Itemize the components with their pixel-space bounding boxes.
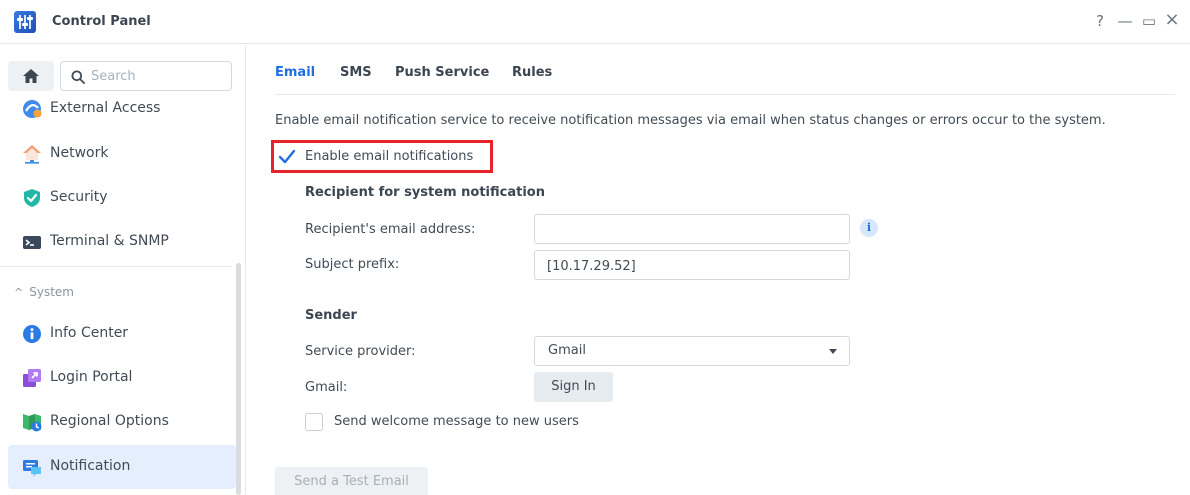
service-provider-label: Service provider: <box>305 344 416 359</box>
tab-sms[interactable]: SMS <box>340 65 372 80</box>
network-icon <box>23 145 41 164</box>
recipient-email-label: Recipient's email address: <box>305 222 476 237</box>
sidebar-item-terminal-snmp[interactable]: Terminal & SNMP <box>8 220 236 264</box>
enable-email-notifications-row[interactable]: Enable email notifications <box>271 140 493 173</box>
sidebar-item-label: Network <box>50 145 109 161</box>
shield-check-icon <box>24 189 40 207</box>
welcome-message-checkbox[interactable] <box>305 413 323 431</box>
tab-push-service[interactable]: Push Service <box>395 65 489 80</box>
regional-options-icon <box>23 414 42 432</box>
tab-rules[interactable]: Rules <box>512 65 552 80</box>
home-icon <box>23 69 39 83</box>
sidebar-item-label: Terminal & SNMP <box>50 233 169 249</box>
sidebar-item-label: Security <box>50 189 108 205</box>
search-field[interactable] <box>60 61 232 91</box>
sidebar-item-label: Notification <box>50 458 131 474</box>
sidebar-divider <box>0 266 232 267</box>
welcome-message-label: Send welcome message to new users <box>334 414 579 429</box>
subject-prefix-field[interactable] <box>534 250 850 280</box>
sidebar-item-external-access[interactable]: External Access <box>8 88 236 132</box>
info-icon[interactable]: i <box>860 219 878 237</box>
sidebar-item-label: Info Center <box>50 325 129 341</box>
sidebar-item-login-portal[interactable]: Login Portal <box>8 356 236 400</box>
sender-heading: Sender <box>305 308 357 323</box>
subject-prefix-label: Subject prefix: <box>305 257 400 272</box>
home-button[interactable] <box>8 61 54 91</box>
sidebar-item-regional-options[interactable]: Regional Options <box>8 400 236 444</box>
notification-icon <box>23 460 41 477</box>
tab-email[interactable]: Email <box>275 65 315 80</box>
section-label: System <box>29 285 74 299</box>
sidebar-item-security[interactable]: Security <box>8 176 236 220</box>
enable-email-label: Enable email notifications <box>305 149 474 164</box>
sidebar-item-label: External Access <box>50 100 161 116</box>
sidebar-item-network[interactable]: Network <box>8 132 236 176</box>
close-button[interactable]: × <box>1164 9 1180 30</box>
login-portal-icon <box>23 369 41 387</box>
maximize-button[interactable]: ▭ <box>1141 12 1157 30</box>
service-provider-value: Gmail <box>548 343 586 358</box>
sidebar-item-label: Login Portal <box>50 369 133 385</box>
recipient-email-input[interactable] <box>547 221 837 239</box>
service-provider-select[interactable]: Gmail <box>534 336 850 366</box>
caret-down-icon <box>829 349 837 354</box>
search-input[interactable] <box>91 67 225 85</box>
subject-prefix-input[interactable] <box>547 257 837 275</box>
recipient-email-field[interactable] <box>534 214 850 244</box>
sidebar: External Access Network Security Termina… <box>0 45 246 495</box>
search-icon <box>71 70 85 84</box>
sidebar-item-label: Regional Options <box>50 413 169 429</box>
minimize-button[interactable]: — <box>1117 12 1133 30</box>
section-header-system[interactable]: ^ System <box>14 285 74 299</box>
recipient-heading: Recipient for system notification <box>305 185 545 200</box>
send-test-email-button[interactable]: Send a Test Email <box>275 467 428 495</box>
checkmark-icon[interactable] <box>278 149 296 165</box>
terminal-icon <box>23 236 41 249</box>
gmail-label: Gmail: <box>305 380 348 395</box>
sidebar-scrollbar[interactable] <box>236 263 241 495</box>
external-access-icon <box>23 100 42 118</box>
sidebar-item-notification[interactable]: Notification <box>8 445 236 489</box>
control-panel-icon <box>14 11 36 33</box>
tab-divider <box>275 94 1175 95</box>
email-description: Enable email notification service to rec… <box>275 113 1106 128</box>
sidebar-item-info-center[interactable]: Info Center <box>8 312 236 356</box>
chevron-up-icon: ^ <box>14 286 24 299</box>
title-bar: Control Panel ? — ▭ × <box>0 0 1190 44</box>
help-button[interactable]: ? <box>1092 12 1108 30</box>
window-title: Control Panel <box>52 14 151 29</box>
info-icon <box>23 325 41 343</box>
sign-in-button[interactable]: Sign In <box>534 372 613 402</box>
